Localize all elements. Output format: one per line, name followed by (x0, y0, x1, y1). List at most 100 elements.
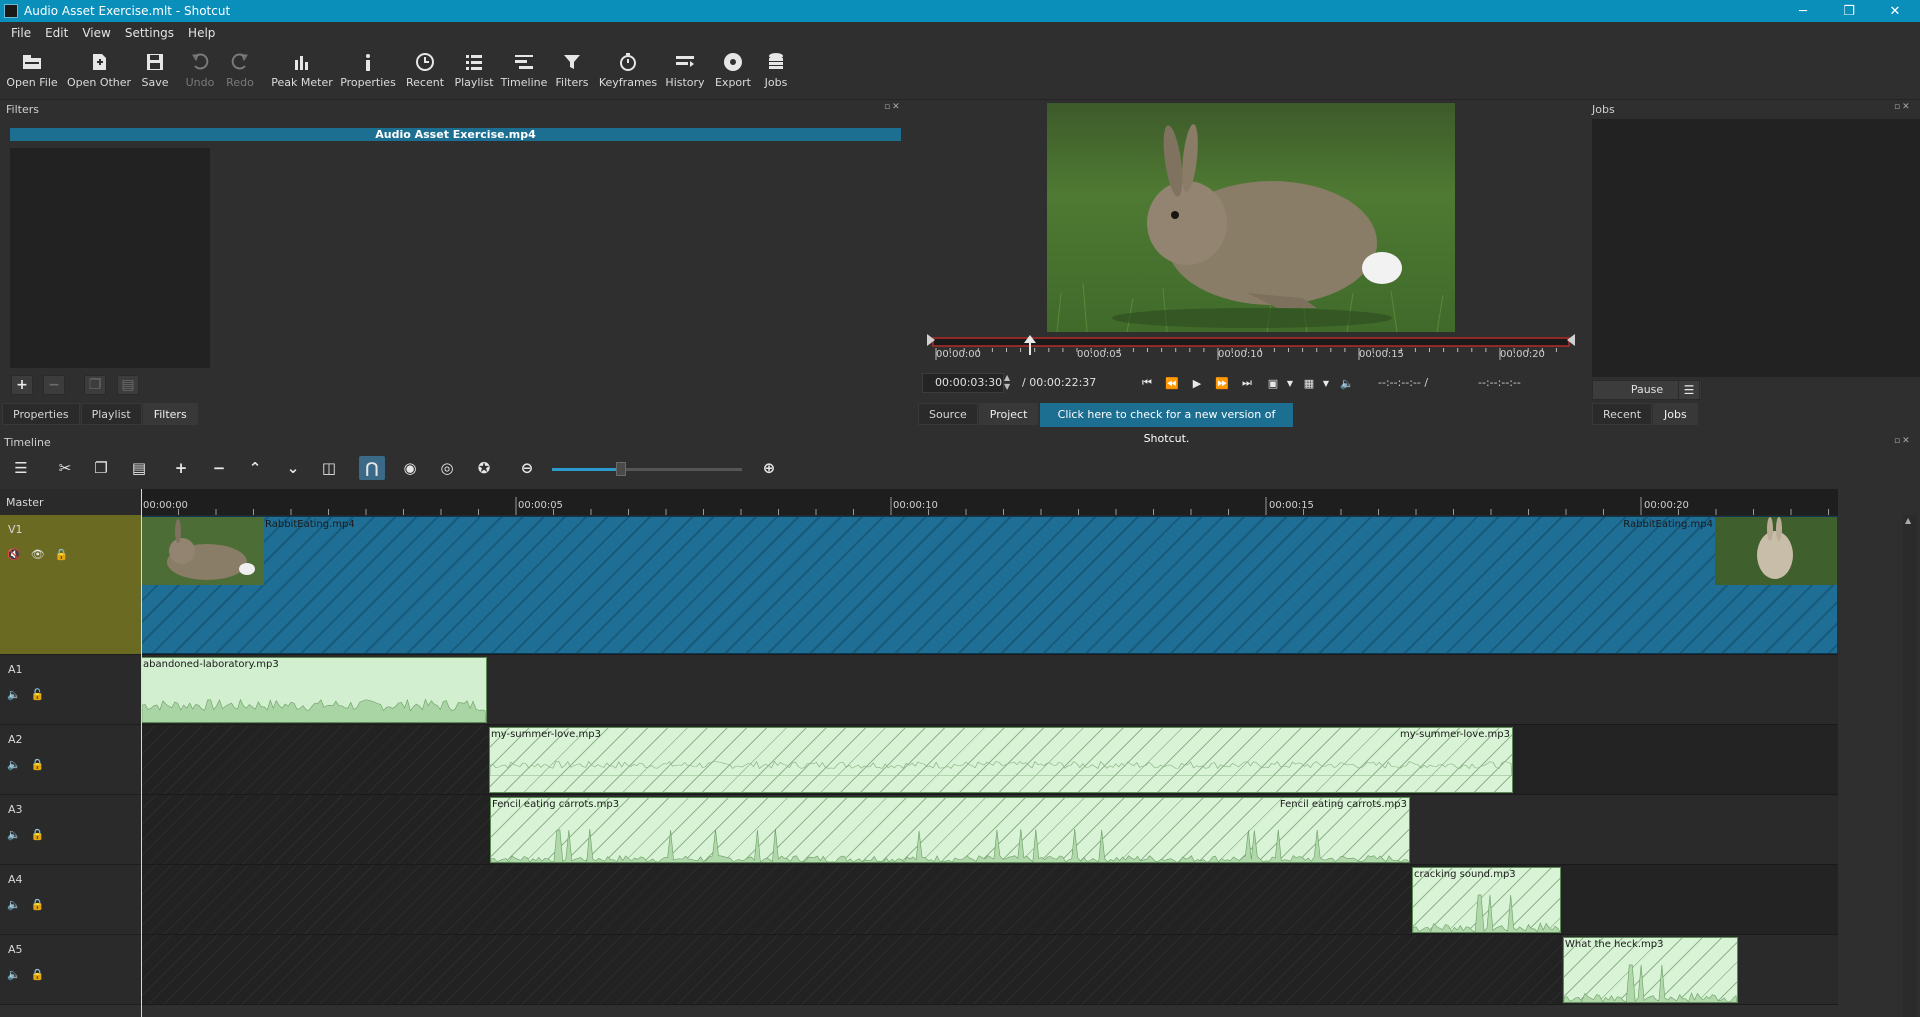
menu-view[interactable]: View (75, 26, 117, 40)
timeline-ruler[interactable]: 00:00:00 00:00:05 00:00:10 00:00:15 00:0… (141, 489, 1838, 515)
minimize-button[interactable]: ─ (1780, 0, 1826, 22)
track-header-a4[interactable]: A4 🔈 🔒 (0, 865, 141, 935)
tab-jobs[interactable]: Jobs (1653, 403, 1698, 425)
tab-recent[interactable]: Recent (1592, 403, 1653, 425)
tab-playlist[interactable]: Playlist (80, 403, 142, 425)
menu-edit[interactable]: Edit (38, 26, 75, 40)
speaker-icon[interactable]: 🔈 (7, 898, 21, 911)
volume-icon[interactable]: 🔈 (1337, 373, 1357, 393)
overwrite-icon[interactable]: ⌄ (280, 456, 306, 480)
snap-magnet-icon[interactable]: ⋂ (359, 456, 385, 480)
keyframes-button[interactable]: Keyframes (599, 48, 657, 89)
lock-icon[interactable]: 🔒 (31, 828, 45, 841)
mute-icon[interactable]: 🔇 (7, 548, 21, 561)
lock-icon[interactable]: 🔒 (55, 548, 69, 561)
jobs-list[interactable] (1592, 119, 1920, 377)
eye-icon[interactable]: 👁 (31, 548, 45, 561)
track-header-a1[interactable]: A1 🔈 🔓 (0, 655, 141, 725)
timeline-dock-buttons[interactable]: ▫✕ (1894, 436, 1912, 446)
player-ruler-label: 00:00:05 (1077, 349, 1122, 360)
filters-dock-buttons[interactable]: ▫✕ (884, 102, 902, 112)
filter-list[interactable] (10, 148, 210, 368)
timecode-spinner-icon[interactable]: ▲ ▼ (1004, 373, 1010, 391)
copy-icon[interactable]: ❐ (88, 456, 114, 480)
menu-help[interactable]: Help (181, 26, 222, 40)
peak-meter-button[interactable]: Peak Meter (271, 48, 333, 89)
properties-button[interactable]: Properties (340, 48, 396, 89)
audio-clip-a1[interactable]: abandoned-laboratory.mp3 (141, 657, 487, 723)
timeline-playhead[interactable] (141, 489, 142, 1017)
track-header-a5[interactable]: A5 🔈 🔒 (0, 935, 141, 1005)
tab-filters[interactable]: Filters (142, 403, 198, 425)
jobs-menu-button[interactable]: ☰ (1678, 380, 1700, 400)
play-button[interactable]: ▶ (1187, 373, 1207, 393)
zoom-dropdown-icon[interactable]: ▼ (1280, 373, 1300, 393)
cut-icon[interactable]: ✂ (52, 456, 78, 480)
add-filter-button[interactable]: + (11, 375, 33, 395)
speaker-icon[interactable]: 🔈 (7, 688, 21, 701)
recent-button[interactable]: Recent (405, 48, 445, 89)
ripple-icon[interactable]: ◎ (434, 456, 460, 480)
append-icon[interactable]: + (168, 456, 194, 480)
audio-clip-a4[interactable]: cracking sound.mp3 (1412, 867, 1561, 933)
tab-project[interactable]: Project (978, 403, 1039, 425)
history-button[interactable]: History (665, 48, 705, 89)
remove-filter-button[interactable]: − (43, 375, 65, 395)
speaker-icon[interactable]: 🔈 (7, 758, 21, 771)
open-other-button[interactable]: Open Other (67, 48, 131, 89)
zoom-out-icon[interactable]: ⊖ (514, 456, 540, 480)
lock-icon[interactable]: 🔒 (31, 758, 45, 771)
ripple-delete-icon[interactable]: − (206, 456, 232, 480)
close-button[interactable]: ✕ (1872, 0, 1918, 22)
lock-icon[interactable]: 🔒 (31, 968, 45, 981)
playlist-button[interactable]: Playlist (453, 48, 495, 89)
update-check-banner[interactable]: Click here to check for a new version of… (1040, 403, 1293, 445)
audio-clip-a2[interactable]: my-summer-love.mp3 my-summer-love.mp3 (489, 727, 1513, 793)
paste-filter-button[interactable]: ▤ (117, 375, 139, 395)
undo-button[interactable]: Undo (185, 48, 215, 89)
skip-to-end-button[interactable]: ⏭ (1237, 373, 1257, 393)
video-clip-rabbit[interactable]: RabbitEating.mp4 RabbitEating.mp4 (141, 516, 1838, 654)
speaker-icon[interactable]: 🔈 (7, 968, 21, 981)
export-button[interactable]: Export (714, 48, 752, 89)
skip-to-start-button[interactable]: ⏮ (1137, 373, 1157, 393)
zoom-in-icon[interactable]: ⊕ (756, 456, 782, 480)
menu-file[interactable]: File (4, 26, 38, 40)
unlock-icon[interactable]: 🔓 (31, 688, 45, 701)
menu-icon: ☰ (1683, 383, 1695, 397)
filters-button[interactable]: Filters (555, 48, 589, 89)
track-header-v1[interactable]: V1 🔇 👁 🔒 (0, 515, 141, 655)
tab-properties[interactable]: Properties (2, 403, 80, 425)
restore-button[interactable]: ❐ (1826, 0, 1872, 22)
split-icon[interactable]: ◫ (316, 456, 342, 480)
jobs-button[interactable]: Jobs (760, 48, 792, 89)
rewind-button[interactable]: ⏪ (1162, 373, 1182, 393)
timecode-field[interactable]: 00:00:03:30 (922, 373, 1004, 393)
fast-forward-button[interactable]: ⏩ (1212, 373, 1232, 393)
zoom-slider-handle[interactable] (616, 462, 626, 476)
save-button[interactable]: Save (140, 48, 170, 89)
paste-icon[interactable]: ▤ (126, 456, 152, 480)
audio-clip-a5[interactable]: What the heck.mp3 (1563, 937, 1738, 1003)
timeline-menu-icon[interactable]: ☰ (8, 456, 34, 480)
open-file-button[interactable]: Open File (6, 48, 58, 89)
grid-dropdown-icon[interactable]: ▼ (1316, 373, 1336, 393)
speaker-icon[interactable]: 🔈 (7, 828, 21, 841)
ripple-all-icon[interactable]: ✪ (471, 456, 497, 480)
timeline-vertical-scrollbar[interactable] (1903, 515, 1917, 1017)
tab-source[interactable]: Source (918, 403, 978, 425)
copy-filter-button[interactable]: ❐ (84, 375, 106, 395)
menu-settings[interactable]: Settings (118, 26, 181, 40)
jobs-dock-buttons[interactable]: ▫✕ (1894, 102, 1912, 112)
lift-icon[interactable]: ⌃ (242, 456, 268, 480)
scroll-up-icon[interactable]: ▲ (1905, 516, 1911, 525)
track-header-a2[interactable]: A2 🔈 🔒 (0, 725, 141, 795)
track-header-a3[interactable]: A3 🔈 🔒 (0, 795, 141, 865)
scrub-icon[interactable]: ◉ (397, 456, 423, 480)
player-scrubber[interactable]: 00:00:00 00:00:05 00:00:10 00:00:15 00:0… (927, 334, 1575, 364)
master-track-header[interactable]: Master (0, 489, 141, 515)
timeline-button[interactable]: Timeline (501, 48, 547, 89)
lock-icon[interactable]: 🔒 (31, 898, 45, 911)
redo-button[interactable]: Redo (225, 48, 255, 89)
audio-clip-a3[interactable]: Fencil eating carrots.mp3 Fencil eating … (490, 797, 1410, 863)
